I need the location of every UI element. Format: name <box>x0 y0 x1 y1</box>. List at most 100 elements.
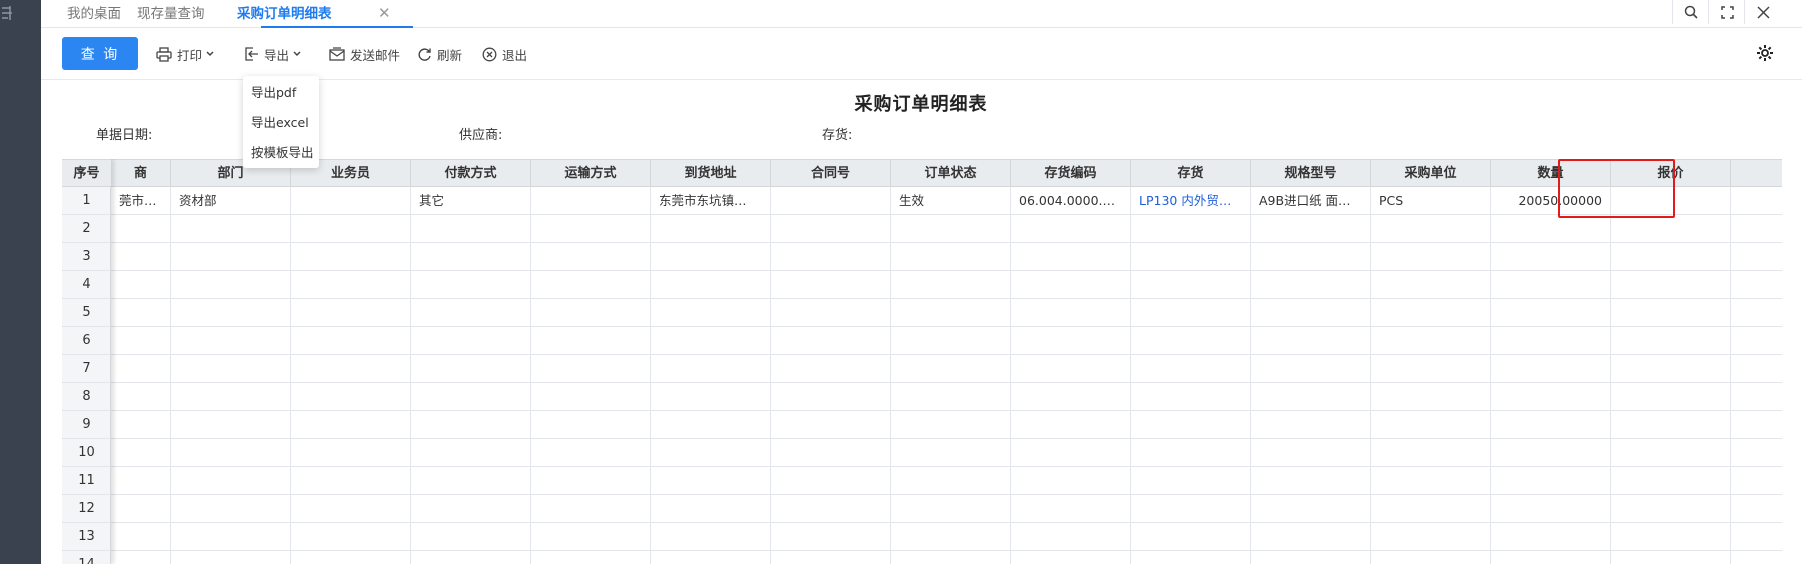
table-cell <box>291 215 411 242</box>
window-separator <box>1708 0 1709 24</box>
tab-stock-query[interactable]: 现存量查询 <box>137 0 205 28</box>
table-cell[interactable] <box>1131 383 1251 410</box>
close-window-icon[interactable] <box>1746 0 1780 24</box>
table-cell[interactable] <box>1131 243 1251 270</box>
tab-my-desktop[interactable]: 我的桌面 <box>67 0 121 28</box>
table-cell[interactable] <box>1131 551 1251 564</box>
table-cell <box>1251 523 1371 550</box>
table-cell <box>1011 411 1131 438</box>
row-sequence-number: 1 <box>62 187 111 215</box>
table-row[interactable] <box>62 215 1782 243</box>
tab-purchase-order-detail[interactable]: 采购订单明细表 <box>237 0 332 28</box>
column-header[interactable]: 采购单位 <box>1371 160 1491 187</box>
table-cell[interactable] <box>1131 327 1251 354</box>
table-cell <box>171 271 291 298</box>
table-cell <box>1251 411 1371 438</box>
search-icon[interactable] <box>1674 0 1708 24</box>
column-header[interactable]: 规格型号 <box>1251 160 1371 187</box>
table-cell: 莞市… <box>111 187 171 214</box>
table-cell <box>411 271 531 298</box>
table-row[interactable] <box>62 355 1782 383</box>
table-cell <box>411 495 531 522</box>
table-row[interactable] <box>62 551 1782 564</box>
table-cell <box>651 551 771 564</box>
table-row[interactable] <box>62 327 1782 355</box>
table-cell <box>1011 551 1131 564</box>
table-cell <box>1011 383 1131 410</box>
column-header[interactable]: 折 <box>1731 160 1782 187</box>
table-cell[interactable] <box>1131 467 1251 494</box>
table-cell <box>771 355 891 382</box>
rail-expand-icon[interactable] <box>0 5 16 27</box>
table-row[interactable] <box>62 439 1782 467</box>
table-cell <box>1731 355 1782 382</box>
table-cell <box>1731 215 1782 242</box>
table-cell[interactable] <box>1131 411 1251 438</box>
table-cell <box>1491 355 1611 382</box>
table-cell <box>651 383 771 410</box>
export-button[interactable]: 导出 <box>244 42 301 66</box>
table-cell <box>891 551 1011 564</box>
export-by-template-option[interactable]: 按模板导出 <box>251 138 314 168</box>
table-cell <box>1611 411 1731 438</box>
table-cell <box>411 411 531 438</box>
table-cell[interactable] <box>1131 271 1251 298</box>
table-cell <box>771 551 891 564</box>
table-row[interactable] <box>62 271 1782 299</box>
column-header[interactable]: 商 <box>111 160 171 187</box>
table-row[interactable] <box>62 523 1782 551</box>
print-button[interactable]: 打印 <box>156 42 214 66</box>
envelope-icon <box>329 47 345 61</box>
export-excel-option[interactable]: 导出excel <box>251 108 309 138</box>
fullscreen-icon[interactable] <box>1710 0 1744 24</box>
table-cell <box>1011 355 1131 382</box>
table-row[interactable] <box>62 299 1782 327</box>
table-cell <box>111 383 171 410</box>
table-row[interactable]: 莞市… 资材部 其它 东莞市东坑镇… 生效 06.004.0000.0049 LP130 内… <box>62 187 1782 215</box>
table-cell <box>411 355 531 382</box>
export-pdf-option[interactable]: 导出pdf <box>251 78 296 108</box>
table-cell <box>1011 495 1131 522</box>
table-row[interactable] <box>62 243 1782 271</box>
table-cell[interactable] <box>1131 439 1251 466</box>
table-cell[interactable] <box>1131 299 1251 326</box>
table-cell <box>1371 383 1491 410</box>
column-header[interactable]: 付款方式 <box>411 160 531 187</box>
refresh-button[interactable]: 刷新 <box>417 42 462 66</box>
column-header[interactable]: 订单状态 <box>891 160 1011 187</box>
table-cell[interactable] <box>1131 523 1251 550</box>
table-cell <box>411 551 531 564</box>
query-button[interactable]: 查 询 <box>62 37 138 70</box>
table-cell <box>531 551 651 564</box>
table-cell <box>411 215 531 242</box>
table-cell[interactable] <box>1131 355 1251 382</box>
table-cell[interactable] <box>1131 215 1251 242</box>
table-cell[interactable]: LP130 内外贸… <box>1131 187 1251 214</box>
table-row[interactable] <box>62 411 1782 439</box>
send-email-button[interactable]: 发送邮件 <box>329 42 400 66</box>
table-cell[interactable] <box>1131 495 1251 522</box>
column-header[interactable]: 到货地址 <box>651 160 771 187</box>
column-header[interactable]: 存货编码 <box>1011 160 1131 187</box>
gear-icon[interactable] <box>1756 44 1774 66</box>
table-row[interactable] <box>62 467 1782 495</box>
table-cell <box>291 411 411 438</box>
column-header[interactable]: 报价 <box>1611 160 1731 187</box>
exit-button[interactable]: 退出 <box>482 42 527 66</box>
column-header[interactable]: 存货 <box>1131 160 1251 187</box>
table-cell <box>291 467 411 494</box>
chevron-down-icon <box>293 51 301 57</box>
table-cell <box>771 523 891 550</box>
table-cell <box>291 355 411 382</box>
sequence-column: 序号 1234567891011121314 <box>62 159 111 564</box>
column-header[interactable]: 合同号 <box>771 160 891 187</box>
table-cell <box>531 411 651 438</box>
table-cell <box>531 271 651 298</box>
table-row[interactable] <box>62 383 1782 411</box>
column-header[interactable]: 数量 <box>1491 160 1611 187</box>
table-cell <box>651 411 771 438</box>
tab-close-icon[interactable]: ✕ <box>378 0 391 28</box>
column-header[interactable]: 运输方式 <box>531 160 651 187</box>
table-row[interactable] <box>62 495 1782 523</box>
table-cell: 生效 <box>891 187 1011 214</box>
